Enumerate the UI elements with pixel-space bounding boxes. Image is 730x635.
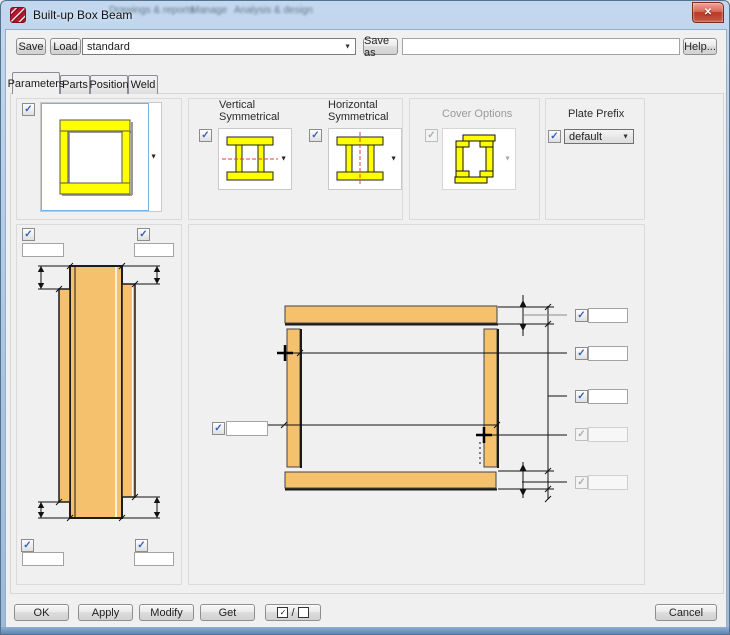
dim-row-1-input[interactable] xyxy=(588,308,628,323)
plate-prefix-label: Plate Prefix xyxy=(568,108,625,120)
background-ribbon-tab: Manage xyxy=(191,5,228,16)
dialog-client-area: Save Load standard ▼ Save as Help... Par… xyxy=(5,29,727,629)
close-button[interactable]: ✕ xyxy=(692,2,724,23)
dim-row-3-input[interactable] xyxy=(588,389,628,404)
vertical-symmetry-icon xyxy=(222,136,278,181)
toggle-checkboxes-button[interactable]: ✓ / xyxy=(265,604,321,621)
cover-options-dropdown: ▼ xyxy=(442,128,516,190)
cover-options-icon xyxy=(454,134,496,184)
web-offset-bottom-left-input[interactable] xyxy=(22,552,64,566)
inner-width-checkbox[interactable]: ✓ xyxy=(212,422,225,435)
app-icon xyxy=(10,7,26,23)
dim-row-5-input xyxy=(588,475,628,490)
built-up-box-beam-dialog: Drawings & reports Manage Analysis & des… xyxy=(0,0,730,635)
inner-width-input[interactable] xyxy=(226,421,268,436)
dim-row-2-checkbox[interactable]: ✓ xyxy=(575,347,588,360)
horizontal-symmetrical-dropdown[interactable]: ▼ xyxy=(328,128,402,190)
toggle-separator: / xyxy=(291,606,295,619)
web-offset-bottom-left-checkbox[interactable]: ✓ xyxy=(21,539,34,552)
cross-section-drawing xyxy=(267,295,567,503)
horizontal-symmetrical-label: Horizontal xyxy=(328,99,378,111)
chevron-down-icon: ▼ xyxy=(344,43,351,50)
save-as-button[interactable]: Save as xyxy=(363,35,398,59)
cover-options-checkbox: ✓ xyxy=(425,129,438,142)
preview-dropdown[interactable]: ▼ xyxy=(40,102,162,212)
chevron-down-icon: ▼ xyxy=(390,155,397,163)
preview-checkbox[interactable]: ✓ xyxy=(22,103,35,116)
window-frame: Drawings & reports Manage Analysis & des… xyxy=(0,0,730,635)
dim-row-1-checkbox[interactable]: ✓ xyxy=(575,309,588,322)
box-section-preview-icon xyxy=(59,119,133,196)
apply-button[interactable]: Apply xyxy=(78,604,133,621)
web-offset-bottom-right-checkbox[interactable]: ✓ xyxy=(135,539,148,552)
chevron-down-icon: ▼ xyxy=(622,133,629,140)
dim-row-4-input xyxy=(588,427,628,442)
vertical-symmetrical-label: Vertical xyxy=(219,99,256,111)
close-icon: ✕ xyxy=(703,7,713,18)
vertical-symmetrical-dropdown[interactable]: ▼ xyxy=(218,128,292,190)
window-title: Built-up Box Beam xyxy=(33,8,133,22)
titlebar: Drawings & reports Manage Analysis & des… xyxy=(1,1,729,29)
dim-row-5-checkbox: ✓ xyxy=(575,476,588,489)
plate-prefix-combobox[interactable]: default ▼ xyxy=(564,129,634,144)
horizontal-symmetry-icon xyxy=(336,132,384,186)
tab-position[interactable]: Position xyxy=(89,75,129,94)
unchecked-box-icon xyxy=(297,607,309,618)
chevron-down-icon: ▼ xyxy=(504,155,511,163)
save-as-name-input[interactable] xyxy=(402,38,680,55)
window-bottom-border xyxy=(1,627,729,634)
chevron-down-icon: ▼ xyxy=(280,155,287,163)
web-offset-top-left-checkbox[interactable]: ✓ xyxy=(22,228,35,241)
background-ribbon-tab: Analysis & design xyxy=(234,5,313,16)
profile-combobox-value: standard xyxy=(87,40,130,53)
web-offset-bottom-right-input[interactable] xyxy=(134,552,174,566)
load-button[interactable]: Load xyxy=(50,38,81,55)
horizontal-symmetrical-label: Symmetrical xyxy=(328,111,389,123)
checked-box-icon: ✓ xyxy=(277,607,289,618)
save-button[interactable]: Save xyxy=(16,38,46,55)
dim-row-3-checkbox[interactable]: ✓ xyxy=(575,390,588,403)
dim-row-2-input[interactable] xyxy=(588,346,628,361)
preview-image-frame xyxy=(41,103,149,211)
tab-parts[interactable]: Parts xyxy=(60,75,90,94)
tab-weld[interactable]: Weld xyxy=(128,75,158,94)
modify-button[interactable]: Modify xyxy=(139,604,194,621)
vertical-symmetrical-label: Symmetrical xyxy=(219,111,280,123)
plate-prefix-checkbox[interactable]: ✓ xyxy=(548,130,561,143)
web-offset-top-right-checkbox[interactable]: ✓ xyxy=(137,228,150,241)
cover-options-label: Cover Options xyxy=(442,108,513,120)
cancel-button[interactable]: Cancel xyxy=(655,604,717,621)
ok-button[interactable]: OK xyxy=(14,604,69,621)
get-button[interactable]: Get xyxy=(200,604,255,621)
dim-row-4-checkbox: ✓ xyxy=(575,428,588,441)
tab-parameters[interactable]: Parameters xyxy=(8,72,64,94)
horizontal-symmetrical-checkbox[interactable]: ✓ xyxy=(309,129,322,142)
vertical-symmetrical-checkbox[interactable]: ✓ xyxy=(199,129,212,142)
chevron-down-icon: ▼ xyxy=(150,153,157,161)
beam-elevation-drawing xyxy=(37,262,161,522)
profile-combobox[interactable]: standard ▼ xyxy=(82,38,356,55)
plate-prefix-value: default xyxy=(569,130,603,143)
help-button[interactable]: Help... xyxy=(683,38,717,55)
